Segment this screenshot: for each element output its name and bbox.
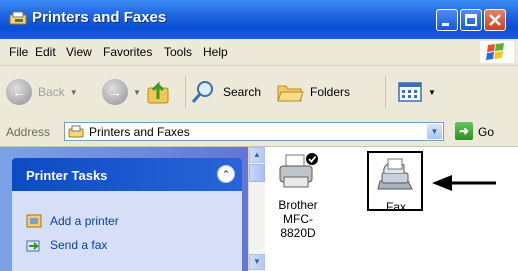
up-folder-button[interactable] xyxy=(144,74,174,110)
send-fax-icon xyxy=(26,240,40,252)
add-printer-label: Add a printer xyxy=(50,214,119,228)
address-value: Printers and Faxes xyxy=(89,125,190,139)
vertical-scrollbar[interactable]: ▲ ▼ xyxy=(248,147,265,271)
windows-flag-icon xyxy=(486,43,504,60)
brother-printer-model: MFC-8820D xyxy=(280,212,316,240)
search-button[interactable]: Search xyxy=(190,74,261,110)
standard-toolbar: ← Back ▼ → ▼ Search Folders ▼ xyxy=(0,66,518,119)
views-icon xyxy=(398,82,422,102)
folders-icon xyxy=(277,85,304,102)
back-label: Back xyxy=(38,85,65,99)
up-folder-icon xyxy=(147,81,169,104)
scroll-down-button[interactable]: ▼ xyxy=(249,254,265,270)
printer-tasks-title: Printer Tasks xyxy=(26,168,108,183)
printer-tasks-header[interactable]: Printer Tasks ⌃ xyxy=(12,158,242,191)
maximize-icon xyxy=(465,14,477,26)
back-dropdown-icon: ▼ xyxy=(69,87,78,97)
window-title: Printers and Faxes xyxy=(32,9,167,26)
scroll-up-button[interactable]: ▲ xyxy=(249,147,265,163)
windows-logo xyxy=(480,41,514,63)
fax-highlight-frame xyxy=(367,151,423,211)
menu-favorites[interactable]: Favorites xyxy=(103,45,152,59)
add-printer-link[interactable]: Add a printer xyxy=(26,212,119,230)
menu-file[interactable]: File xyxy=(9,45,28,59)
menu-edit[interactable]: Edit xyxy=(35,45,56,59)
toolbar-separator xyxy=(385,76,386,108)
views-dropdown-icon: ▼ xyxy=(428,87,436,97)
go-button[interactable]: Go xyxy=(478,125,494,139)
menu-help[interactable]: Help xyxy=(203,45,228,59)
maximize-button[interactable] xyxy=(460,9,482,31)
send-fax-link[interactable]: Send a fax xyxy=(26,236,107,254)
go-arrow-icon[interactable]: ➜ xyxy=(455,122,473,140)
menu-tools[interactable]: Tools xyxy=(164,45,192,59)
toolbar-separator xyxy=(185,76,186,108)
send-fax-label: Send a fax xyxy=(50,238,108,252)
printers-and-faxes-window: Printers and Faxes File Edit View Favori… xyxy=(0,0,518,271)
brother-printer-name: Brother xyxy=(278,198,318,212)
printer-icon xyxy=(279,153,318,188)
printer-tasks-body: Add a printer Send a fax xyxy=(12,191,242,271)
brother-printer-item[interactable]: Brother MFC-8820D xyxy=(266,151,330,240)
printers-folder-icon xyxy=(9,11,27,25)
back-arrow-icon: ← xyxy=(6,79,32,105)
pointer-arrow-icon xyxy=(432,175,496,191)
search-icon xyxy=(191,81,213,103)
menu-bar: File Edit View Favorites Tools Help xyxy=(0,39,518,66)
back-button[interactable]: ← Back ▼ xyxy=(6,74,78,110)
printers-folder-icon xyxy=(68,125,84,138)
forward-dropdown-icon: ▼ xyxy=(133,87,141,97)
menu-view[interactable]: View xyxy=(66,45,92,59)
address-label: Address xyxy=(6,125,51,139)
views-button[interactable]: ▼ xyxy=(397,74,436,110)
minimize-icon xyxy=(442,23,449,26)
address-bar: Address Printers and Faxes ▼ ➜ Go xyxy=(0,118,518,147)
task-pane: Printer Tasks ⌃ Add a printer Send a fax xyxy=(0,147,248,271)
search-label: Search xyxy=(223,85,262,99)
collapse-chevron-icon[interactable]: ⌃ xyxy=(217,165,235,183)
folders-label: Folders xyxy=(310,85,351,99)
address-input[interactable]: Printers and Faxes ▼ xyxy=(64,122,444,141)
forward-arrow-icon: → xyxy=(102,79,128,105)
title-bar[interactable]: Printers and Faxes xyxy=(0,0,518,39)
minimize-button[interactable] xyxy=(436,9,458,31)
close-icon xyxy=(489,14,501,26)
address-dropdown-button[interactable]: ▼ xyxy=(427,124,442,139)
folders-button[interactable]: Folders xyxy=(275,74,350,110)
content-area: Printer Tasks ⌃ Add a printer Send a fax… xyxy=(0,147,518,271)
scroll-thumb[interactable] xyxy=(249,164,265,182)
forward-button[interactable]: → ▼ xyxy=(102,74,141,110)
add-printer-icon xyxy=(26,214,42,228)
printer-tasks-panel: Printer Tasks ⌃ Add a printer Send a fax xyxy=(12,158,242,271)
close-button[interactable] xyxy=(484,9,506,31)
